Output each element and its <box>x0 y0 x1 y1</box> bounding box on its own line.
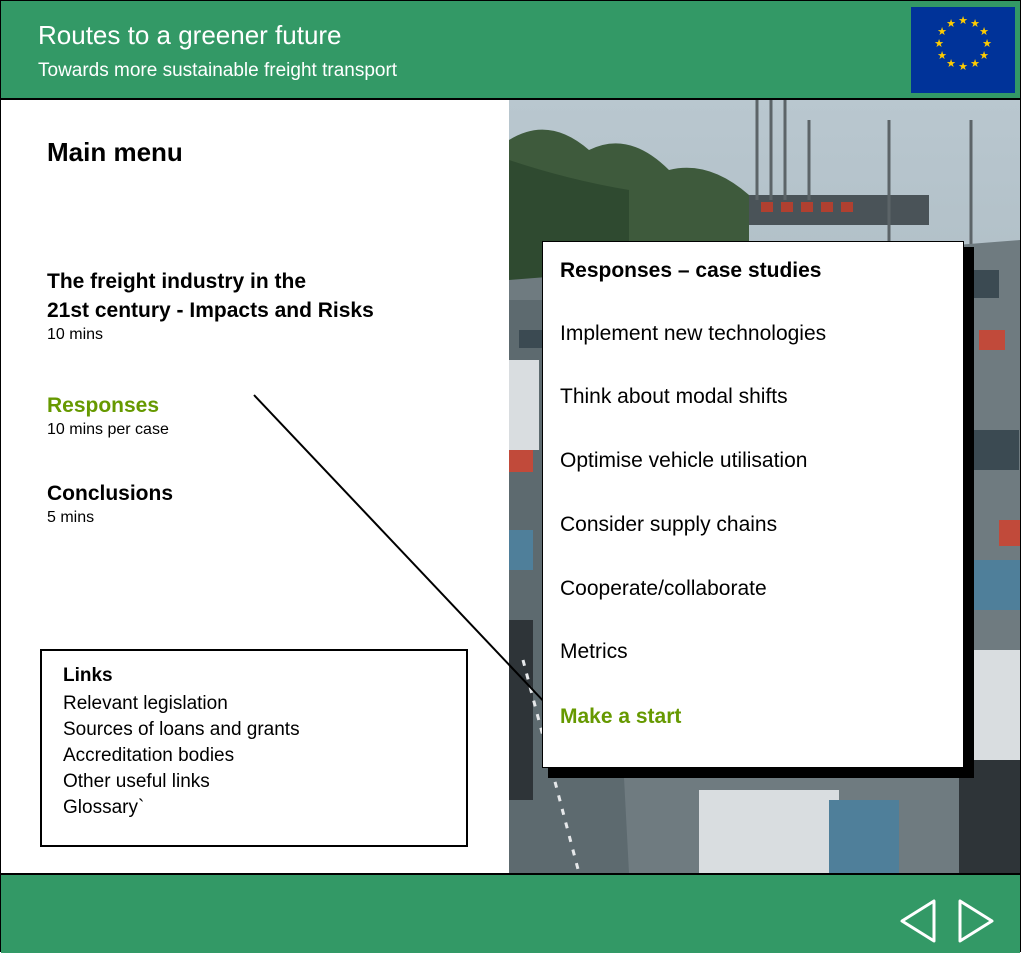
case-make-a-start[interactable]: Make a start <box>560 705 681 729</box>
footer-bar <box>1 873 1020 953</box>
slide: Routes to a greener future Towards more … <box>0 0 1021 953</box>
case-studies-panel: Responses – case studies Implement new t… <box>542 241 964 768</box>
case-vehicle-utilisation[interactable]: Optimise vehicle utilisation <box>560 449 807 473</box>
case-studies-title: Responses – case studies <box>560 259 822 282</box>
case-modal-shifts[interactable]: Think about modal shifts <box>560 385 788 409</box>
triangle-right-icon[interactable] <box>957 898 995 944</box>
triangle-left-icon[interactable] <box>899 898 937 944</box>
case-supply-chains[interactable]: Consider supply chains <box>560 513 777 537</box>
case-cooperate-collaborate[interactable]: Cooperate/collaborate <box>560 577 767 601</box>
case-metrics[interactable]: Metrics <box>560 640 628 664</box>
case-new-technologies[interactable]: Implement new technologies <box>560 322 826 346</box>
